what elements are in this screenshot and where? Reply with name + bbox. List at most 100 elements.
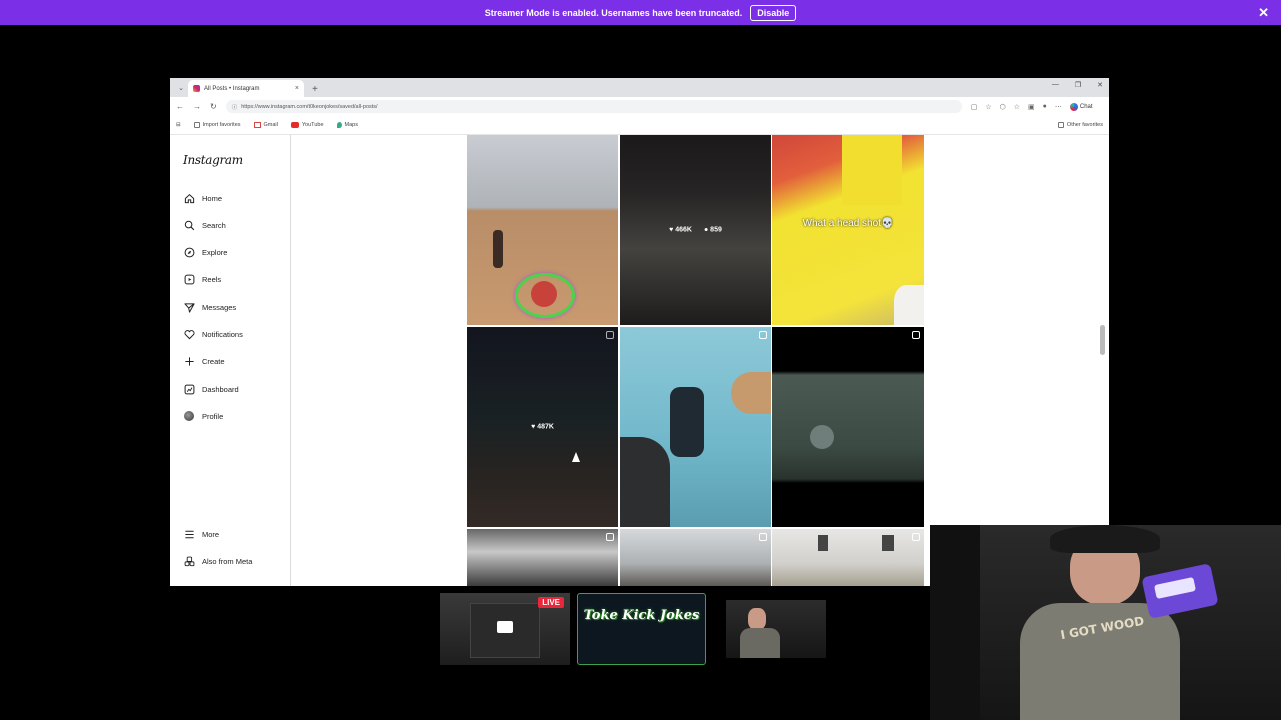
favorites-icon[interactable]: ☆: [1014, 103, 1020, 111]
instagram-favicon-icon: [193, 85, 200, 92]
sidebar-item-label: Search: [202, 220, 226, 230]
other-favorites-label: Other favorites: [1066, 122, 1103, 128]
search-icon: [183, 219, 195, 231]
favorite-import[interactable]: Import favorites: [193, 122, 241, 128]
sidebar-item-label: Create: [202, 356, 225, 366]
post-thumbnail[interactable]: [620, 327, 771, 527]
sidebar-item-messages[interactable]: Messages: [183, 301, 236, 313]
close-tab-icon[interactable]: ×: [295, 85, 299, 92]
like-count: ♥ 487K: [531, 423, 554, 431]
sidebar-item-profile[interactable]: Profile: [183, 410, 223, 422]
reel-indicator-icon: [606, 533, 614, 541]
tab-strip: ⌄ All Posts • Instagram × + — ❐ ✕: [170, 78, 1109, 97]
favorites-bar: ⊟ Import favorites Gmail YouTube Maps Ot…: [170, 116, 1109, 135]
post-thumbnail[interactable]: What a head shot💀: [772, 135, 924, 325]
favorites-toggle-icon[interactable]: ⊟: [176, 122, 181, 128]
scene-thumbnail-webcam[interactable]: [726, 600, 826, 658]
favorite-label: YouTube: [301, 122, 324, 128]
browser-window: ⌄ All Posts • Instagram × + — ❐ ✕ ← → ↻ …: [170, 78, 1109, 586]
sidebar-item-dashboard[interactable]: Dashboard: [183, 383, 239, 395]
post-thumbnail[interactable]: [772, 327, 924, 527]
new-tab-button[interactable]: +: [312, 84, 318, 95]
avatar-icon: [183, 410, 195, 422]
copilot-icon: [1069, 102, 1078, 111]
copilot-button[interactable]: Chat: [1069, 102, 1093, 111]
toolbar-actions: ▢ ☆ ⬡ ☆ ▣ ● ⋯ Chat: [971, 102, 1093, 111]
extensions-icon[interactable]: ⬡: [1000, 103, 1006, 111]
sidebar-item-label: Dashboard: [202, 384, 239, 394]
folder-icon: [1057, 122, 1064, 128]
reload-icon[interactable]: ↻: [210, 102, 217, 111]
maps-icon: [336, 122, 342, 128]
sidebar-item-label: Notifications: [202, 329, 243, 339]
minimize-icon[interactable]: —: [1052, 81, 1059, 89]
collections-icon[interactable]: ▣: [1028, 103, 1035, 111]
instagram-logo[interactable]: Instagram: [183, 153, 243, 167]
copilot-label: Chat: [1079, 103, 1093, 110]
post-thumbnail[interactable]: [467, 135, 618, 325]
forward-icon[interactable]: →: [193, 102, 201, 111]
post-caption: What a head shot💀: [802, 218, 894, 229]
plus-icon: [183, 355, 195, 367]
tab-actions-menu-icon[interactable]: ⌄: [174, 81, 188, 95]
close-icon[interactable]: ✕: [1258, 5, 1269, 21]
profile-icon[interactable]: ●: [1043, 103, 1047, 110]
sidebar-item-create[interactable]: Create: [183, 355, 225, 367]
post-thumbnail[interactable]: [620, 529, 771, 586]
window-close-icon[interactable]: ✕: [1097, 81, 1103, 89]
like-count: ♥ 466K: [669, 226, 692, 234]
post-thumbnail[interactable]: ♥ 466K ● 859: [620, 135, 771, 325]
tab-instagram[interactable]: All Posts • Instagram ×: [188, 80, 304, 97]
site-info-icon[interactable]: ⓘ: [232, 103, 238, 111]
sidebar-item-label: More: [202, 529, 220, 539]
favorite-maps[interactable]: Maps: [336, 122, 358, 128]
address-bar-row: ← → ↻ ⓘ https://www.instagram.com/t0keon…: [170, 97, 1109, 116]
page-scrollbar[interactable]: [1100, 325, 1105, 355]
youtube-icon: [290, 122, 299, 128]
sidebar-item-label: Explore: [202, 247, 228, 257]
favorite-label: Import favorites: [202, 122, 241, 128]
disable-streamer-mode-button[interactable]: Disable: [750, 4, 797, 21]
live-badge: LIVE: [538, 597, 564, 608]
sidebar-item-home[interactable]: Home: [183, 192, 222, 204]
post-stats: ♥ 466K ● 859: [620, 227, 771, 234]
favorite-youtube[interactable]: YouTube: [290, 122, 324, 128]
favorite-gmail[interactable]: Gmail: [253, 122, 278, 128]
sidebar-item-label: Messages: [202, 302, 237, 312]
window-controls: — ❐ ✕: [1052, 81, 1103, 89]
url-input[interactable]: ⓘ https://www.instagram.com/t0keonjokes/…: [225, 100, 962, 113]
sidebar-item-label: Home: [202, 193, 223, 203]
streamer-mode-banner: Streamer Mode is enabled. Usernames have…: [0, 0, 1281, 25]
sidebar-item-more[interactable]: More: [183, 528, 219, 540]
reel-indicator-icon: [759, 331, 767, 339]
post-thumbnail[interactable]: [467, 529, 618, 586]
split-screen-icon[interactable]: ▢: [971, 103, 978, 111]
chart-icon: [183, 383, 195, 395]
scene-thumbnail-logo[interactable]: Toke Kick Jokes: [577, 593, 706, 665]
favorite-star-icon[interactable]: ☆: [985, 103, 991, 111]
gmail-icon: [253, 122, 261, 128]
sidebar-item-also-from-meta[interactable]: Also from Meta: [183, 555, 252, 567]
post-thumbnail[interactable]: ♥ 487K: [467, 327, 618, 527]
webcam-feed: I GOT WOOD: [930, 525, 1281, 720]
sidebar-item-label: Also from Meta: [202, 556, 253, 566]
back-icon[interactable]: ←: [176, 102, 184, 111]
home-icon: [183, 192, 195, 204]
favorite-label: Maps: [344, 122, 358, 128]
sidebar-item-notifications[interactable]: Notifications: [183, 328, 243, 340]
threads-squares-icon: [183, 555, 195, 567]
reel-indicator-icon: [912, 533, 920, 541]
restore-icon[interactable]: ❐: [1075, 81, 1081, 89]
reel-indicator-icon: [912, 331, 920, 339]
sidebar-item-search[interactable]: Search: [183, 219, 226, 231]
sidebar-item-explore[interactable]: Explore: [183, 246, 227, 258]
other-favorites[interactable]: Other favorites: [1057, 122, 1103, 128]
scene-thumbnail-browser[interactable]: LIVE: [440, 593, 570, 665]
favorite-label: Gmail: [263, 122, 278, 128]
more-menu-icon[interactable]: ⋯: [1055, 103, 1062, 111]
post-thumbnail[interactable]: [772, 529, 924, 586]
hamburger-menu-icon: [183, 528, 195, 540]
tab-title: All Posts • Instagram: [204, 85, 260, 92]
compass-icon: [183, 246, 195, 258]
sidebar-item-reels[interactable]: Reels: [183, 273, 221, 285]
